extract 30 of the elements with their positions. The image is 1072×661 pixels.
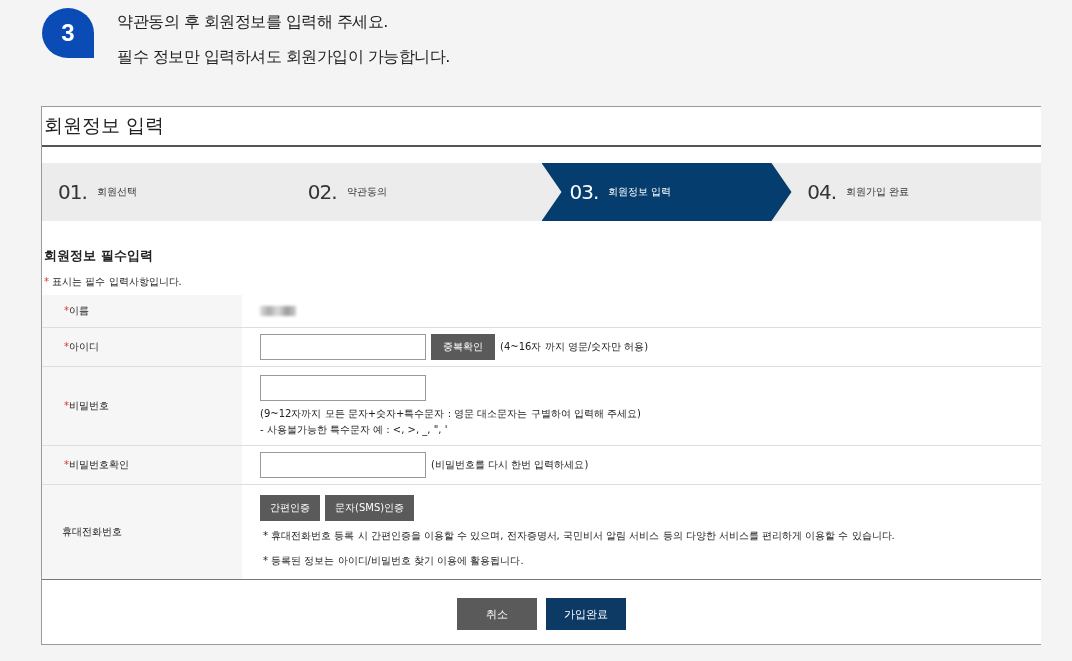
field-label: *아이디 [64, 340, 99, 354]
progress-step: 03. 회원정보 입력 [541, 163, 794, 221]
field-label: *이름 [64, 304, 89, 318]
intro-text: 필수 정보만 입력하셔도 회원가입이 가능합니다. [117, 47, 450, 68]
hint-text: (9~12자까지 모든 문자+숫자+특수문자 : 영문 대소문자는 구별하여 입력해 주세요) [260, 407, 642, 421]
progress-step: 01. 회원선택 [42, 163, 292, 221]
progress-step: 04. 회원가입 완료 [791, 163, 1041, 221]
field-label: 휴대전화번호 [62, 525, 122, 539]
step-badge: 3 [42, 8, 94, 58]
section-title: 회원정보 필수입력 [44, 247, 154, 265]
cancel-button[interactable]: 취소 [457, 598, 537, 630]
input-field[interactable] [260, 375, 426, 401]
intro-text: 약관동의 후 회원정보를 입력해 주세요. [117, 12, 389, 33]
hint-text: - 사용불가능한 특수문자 예 : <, >, _, ", ' [260, 423, 449, 437]
progress-step: 02. 약관동의 [291, 163, 542, 221]
verify-button[interactable]: 문자(SMS)인증 [325, 495, 415, 521]
input-field[interactable] [260, 452, 426, 478]
panel-title: 회원정보 입력 [42, 107, 1041, 147]
input-field[interactable] [260, 334, 426, 360]
required-note: * 표시는 필수 입력사항입니다. [44, 275, 183, 289]
info-text: * 등록된 정보는 아이디/비밀번호 찾기 이용에 활용됩니다. [263, 554, 525, 568]
hint-text: (비밀번호를 다시 한번 입력하세요) [431, 458, 589, 472]
submit-button[interactable]: 가입완료 [546, 598, 626, 630]
hint-text: (4~16자 까지 영문/숫자만 허용) [500, 340, 649, 354]
check-button[interactable]: 중복확인 [431, 334, 495, 360]
field-label: *비밀번호확인 [64, 458, 129, 472]
field-label: *비밀번호 [64, 399, 109, 413]
info-text: * 휴대전화번호 등록 시 간편인증을 이용할 수 있으며, 전자증명서, 국민비서 알림 서비스 등의 다양한 서비스를 편리하게 이용할 수 있습니다. [263, 529, 896, 543]
blurred-value [260, 306, 296, 316]
verify-button[interactable]: 간편인증 [260, 495, 320, 521]
